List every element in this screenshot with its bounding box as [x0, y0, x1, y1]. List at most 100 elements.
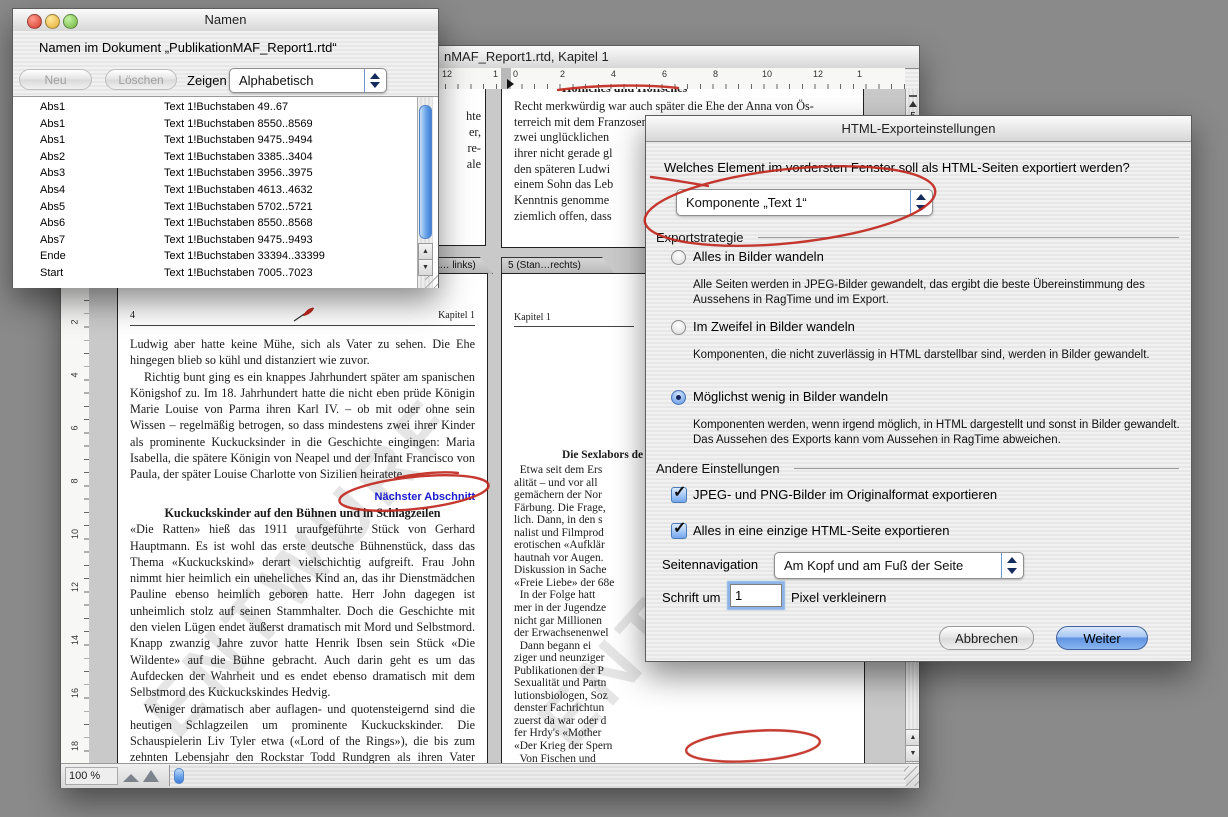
name-list-row[interactable]: Start Text 1!Buchstaben 7005..7023	[13, 265, 438, 282]
ruler-number: 1	[493, 69, 498, 79]
page-text-line: fer Hrdy's «Mother	[514, 727, 860, 740]
window-resize-handle[interactable]	[425, 275, 438, 288]
page-text-line: denster Fachrichtun	[514, 702, 860, 715]
radio-label: Im Zweifel in Bilder wandeln	[693, 319, 855, 334]
section-heading: Die Sexlabors de	[562, 449, 643, 461]
name-list-row[interactable]: Abs1 Text 1!Buchstaben 49..67	[13, 99, 438, 116]
name-list-row[interactable]: Abs2 Text 1!Buchstaben 3385..3404	[13, 149, 438, 166]
document-name-label: Namen im Dokument „PublikationMAF_Report…	[39, 40, 337, 55]
ruler-number: 10	[762, 69, 772, 79]
radio-im-zweifel[interactable]	[671, 320, 686, 335]
weiter-button[interactable]: Weiter	[1056, 626, 1148, 650]
name-list-row[interactable]: Abs5 Text 1!Buchstaben 5702..5721	[13, 199, 438, 216]
scroll-down-button[interactable]: ▼	[905, 745, 919, 762]
page-text-line: «Der Krieg der Spern	[514, 740, 860, 753]
page-4[interactable]: ENTWURF 4 Kapitel 1 Ludwig abe	[117, 273, 488, 763]
scrollbar-thumb[interactable]	[419, 105, 432, 239]
dialog-title: HTML-Exporteinstellungen	[842, 121, 996, 136]
checkbox-einzige-seite[interactable]: ✓	[671, 523, 687, 539]
name-cell: Abs6	[13, 215, 164, 232]
popup-stepper-icon	[910, 190, 932, 215]
name-list-row[interactable]: Abs7 Text 1!Buchstaben 9475..9493	[13, 232, 438, 249]
zoom-button[interactable]	[63, 14, 78, 29]
reference-cell: Text 1!Buchstaben 7005..7023	[164, 265, 313, 282]
component-popup[interactable]: Komponente „Text 1“	[676, 189, 933, 216]
zeigen-popup[interactable]: Alphabetisch	[229, 68, 387, 93]
paragraph: Weniger dramatisch aber auflagen- und qu…	[130, 701, 475, 763]
name-cell: Abs5	[13, 199, 164, 216]
name-cell: Abs7	[13, 232, 164, 249]
shrink-pixels-input[interactable]	[730, 584, 782, 607]
page-up-icon[interactable]	[909, 101, 917, 107]
checkbox-label: Alles in eine einzige HTML-Seite exporti…	[693, 523, 950, 538]
ruler-number: 12	[70, 581, 80, 591]
page-tab-right[interactable]: 5 (Stan…rechts)	[501, 257, 615, 274]
section-rule	[758, 237, 1179, 238]
name-list-row[interactable]: Abs1 Text 1!Buchstaben 9475..9494	[13, 132, 438, 149]
page3-heading: Höfliches und Höfisches	[562, 89, 687, 96]
ruler-number: 14	[70, 634, 80, 644]
paragraph: Ludwig aber hatte keine Mühe, sich als V…	[130, 336, 475, 369]
horizontal-scrollbar[interactable]	[169, 765, 906, 786]
scroll-up-button[interactable]: ▲	[905, 729, 919, 746]
reference-cell: Text 1!Buchstaben 3956..3975	[164, 165, 313, 182]
seitennavigation-popup[interactable]: Am Kopf und am Fuß der Seite	[774, 552, 1024, 579]
ruler-number: 8	[713, 69, 718, 79]
minimize-button[interactable]	[45, 14, 60, 29]
zoom-in-mountain-icon[interactable]	[143, 770, 159, 782]
page-text-line: Sexualität und Partn	[514, 677, 860, 690]
cancel-button[interactable]: Abbrechen	[939, 626, 1034, 650]
name-list-row[interactable]: Abs6 Text 1!Buchstaben 8550..8568	[13, 215, 438, 232]
name-cell: Start	[13, 265, 164, 282]
window-resize-handle[interactable]	[904, 766, 919, 786]
document-window-title: nMAF_Report1.rtd, Kapitel 1	[444, 46, 609, 68]
pixel-verkleinern-label: Pixel verkleinern	[791, 590, 886, 605]
section-rule	[794, 468, 1179, 469]
name-list-row[interactable]: Abs4 Text 1!Buchstaben 4613..4632	[13, 182, 438, 199]
radio-label: Alles in Bilder wandeln	[693, 249, 824, 264]
seitennavigation-label: Seitennavigation	[662, 557, 758, 572]
loeschen-button[interactable]: Löschen	[105, 69, 177, 90]
radio-moeglichst-wenig[interactable]	[671, 390, 686, 405]
checkbox-label: JPEG- und PNG-Bilder im Originalformat e…	[693, 487, 997, 502]
scroll-up-button[interactable]: ▲	[418, 243, 433, 260]
neu-button[interactable]: Neu	[19, 69, 92, 90]
checkbox-originalformat[interactable]: ✓	[671, 487, 687, 503]
close-button[interactable]	[27, 14, 42, 29]
name-list-row[interactable]: Abs1 Text 1!Buchstaben 8550..8569	[13, 116, 438, 133]
running-chapter: Kapitel 1	[438, 310, 475, 321]
name-cell: Abs1	[13, 132, 164, 149]
next-section-link[interactable]: Nächster Abschnitt	[375, 491, 475, 503]
ruler-number: 2	[560, 69, 565, 79]
radio-label: Möglichst wenig in Bilder wandeln	[693, 389, 888, 404]
radio-alles-in-bilder[interactable]	[671, 250, 686, 265]
zeigen-popup-value: Alphabetisch	[239, 69, 313, 92]
page-text-line: zuerst da war oder d	[514, 715, 860, 728]
page-text-fragment: hte	[432, 108, 481, 124]
page-2[interactable]: hteer,re-ale	[431, 89, 486, 246]
page-text-line: Publikationen der P	[514, 665, 860, 678]
scrollbar-thumb[interactable]	[174, 768, 184, 784]
section-heading: Kuckuckskinder auf den Bühnen und in Sch…	[130, 505, 475, 521]
divider	[909, 95, 917, 97]
checkmark-icon: ✓	[673, 518, 686, 538]
zoom-out-mountain-icon[interactable]	[123, 774, 139, 782]
scroll-down-button[interactable]: ▼	[418, 259, 433, 276]
page-text-fragment: re-	[432, 140, 481, 156]
dialog-titlebar[interactable]: HTML-Exporteinstellungen	[646, 116, 1191, 142]
ruler-number: 12	[813, 69, 823, 79]
namen-scrollbar[interactable]: ▲ ▼	[417, 97, 433, 288]
namen-titlebar[interactable]: Namen	[13, 9, 438, 32]
reference-cell: Text 1!Buchstaben 4613..4632	[164, 182, 313, 199]
zoom-level[interactable]: 100 %	[65, 767, 118, 785]
name-list-row[interactable]: Ende Text 1!Buchstaben 33394..33399	[13, 248, 438, 265]
radio-description: Komponenten werden, wenn irgend möglich,…	[693, 418, 1198, 447]
name-list-row[interactable]: Abs3 Text 1!Buchstaben 3956..3975	[13, 165, 438, 182]
ruler-number: 2	[70, 319, 80, 324]
radio-description: Alle Seiten werden in JPEG-Bilder gewand…	[693, 278, 1198, 307]
ruler-number: 0	[513, 69, 518, 79]
ruler-origin-marker[interactable]	[507, 79, 514, 89]
ruler-number: 1	[857, 69, 862, 79]
component-popup-value: Komponente „Text 1“	[686, 190, 807, 215]
dialog-question: Welches Element im vordersten Fenster so…	[664, 160, 1130, 175]
